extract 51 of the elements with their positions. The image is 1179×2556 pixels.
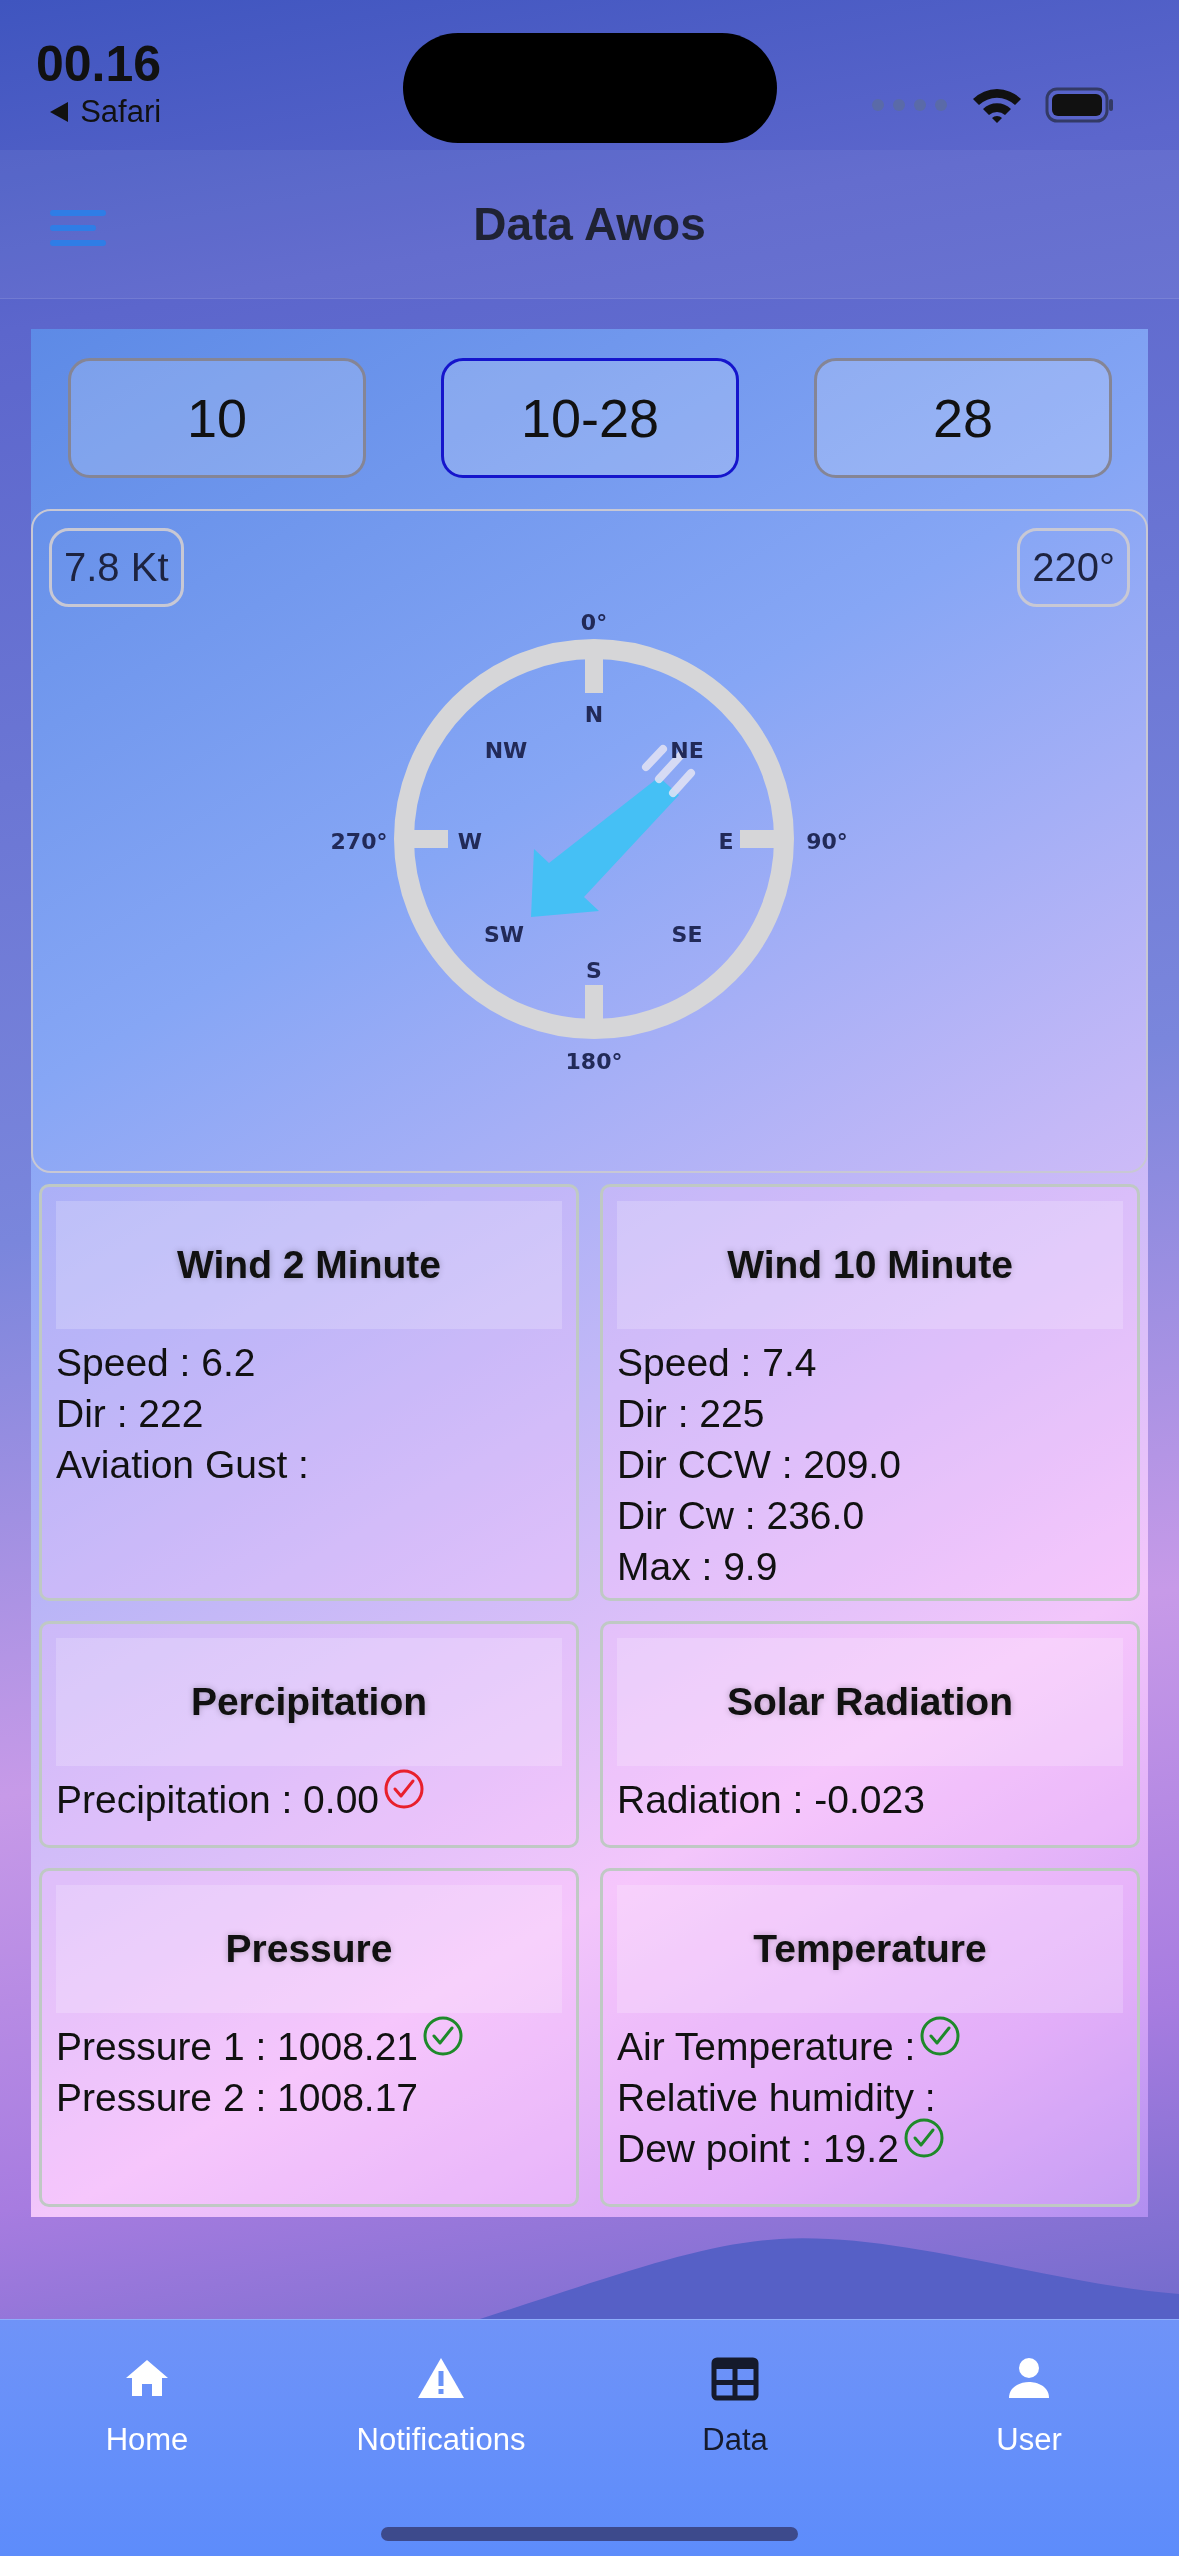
card-title: Wind 2 Minute bbox=[177, 1243, 441, 1287]
menu-button[interactable] bbox=[50, 208, 106, 248]
compass-point-label: E bbox=[718, 828, 734, 854]
reading-text: Dir CCW : 209.0 bbox=[617, 1442, 901, 1488]
nav-tab[interactable]: Data bbox=[588, 2320, 882, 2490]
battery-icon bbox=[1045, 87, 1115, 123]
page-title: Data Awos bbox=[473, 197, 706, 251]
card-title: Pressure bbox=[225, 1927, 393, 1971]
degree-label: 90° bbox=[806, 828, 848, 854]
wifi-icon bbox=[971, 86, 1023, 124]
compass-point-label: S bbox=[586, 957, 602, 983]
reading-text: Pressure 2 : 1008.17 bbox=[56, 2075, 419, 2121]
runway-tab[interactable]: 10-28 bbox=[441, 358, 739, 478]
runway-tab[interactable]: 28 bbox=[814, 358, 1112, 478]
card-title: Solar Radiation bbox=[726, 1680, 1013, 1724]
reading-text: Aviation Gust : bbox=[56, 1442, 309, 1488]
reading-text: Speed : 6.2 bbox=[56, 1340, 256, 1386]
nav-tab[interactable]: Notifications bbox=[294, 2320, 588, 2490]
clock-time: 00.16 bbox=[36, 36, 162, 92]
compass-point-label: SW bbox=[483, 921, 525, 947]
reading-text: Speed : 7.4 bbox=[617, 1340, 817, 1386]
compass-point-label: SE bbox=[671, 921, 703, 947]
reading-text: Max : 9.9 bbox=[617, 1544, 778, 1590]
reading-text: Dir : 225 bbox=[617, 1391, 765, 1437]
reading-text: Air Temperature : bbox=[617, 2024, 916, 2070]
signal-dots-icon bbox=[871, 98, 949, 112]
menu-icon bbox=[50, 208, 106, 248]
back-triangle-icon bbox=[48, 100, 71, 124]
runway-tab[interactable]: 10 bbox=[68, 358, 366, 478]
degree-label: 0° bbox=[580, 609, 608, 635]
compass-point-label: NW bbox=[484, 737, 528, 763]
nav-tab[interactable]: User bbox=[882, 2320, 1176, 2490]
degree-label: 180° bbox=[565, 1048, 623, 1074]
nav-tab[interactable]: Home bbox=[0, 2320, 294, 2490]
compass-point-label: W bbox=[457, 828, 483, 854]
compass-point-label: N bbox=[584, 701, 604, 727]
reading-text: Dir Cw : 236.0 bbox=[617, 1493, 865, 1539]
card-title: Temperature bbox=[753, 1927, 987, 1971]
reading-text: Precipitation : 0.00 bbox=[56, 1777, 380, 1823]
reading-text: Pressure 1 : 1008.21 bbox=[56, 2024, 419, 2070]
reading-text: Radiation : -0.023 bbox=[617, 1777, 925, 1823]
reading-text: Dew point : 19.2 bbox=[617, 2126, 899, 2172]
compass-point-label: NE bbox=[670, 737, 704, 763]
card-title: Percipitation bbox=[190, 1680, 428, 1724]
reading-text: Relative humidity : bbox=[617, 2075, 936, 2121]
degree-label: 270° bbox=[330, 828, 388, 854]
back-app-link[interactable]: Safari bbox=[80, 94, 162, 130]
reading-text: Dir : 222 bbox=[56, 1391, 204, 1437]
wind-direction-badge: 220° bbox=[1017, 528, 1130, 607]
wind-speed-badge: 7.8 Kt bbox=[49, 528, 184, 607]
card-title: Wind 10 Minute bbox=[727, 1243, 1013, 1287]
